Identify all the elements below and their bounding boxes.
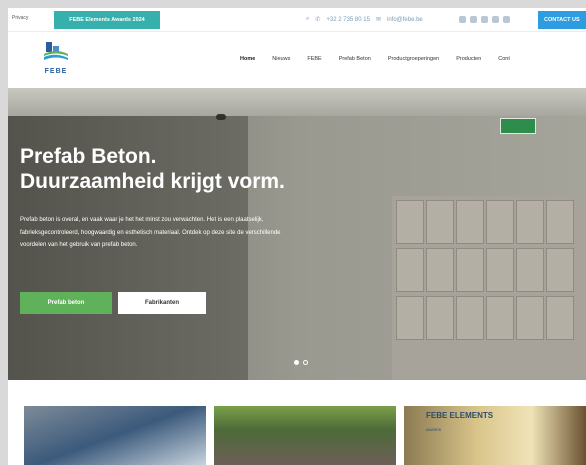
awards-card-subtitle: AWARDS — [426, 428, 442, 432]
nav-prefab-beton[interactable]: Prefab Beton — [339, 56, 371, 62]
awards-card-title: FEBE ELEMENTS — [426, 411, 494, 420]
website-page: Privacy FEBE Elements Awards 2024 ⌕ ✆ +3… — [8, 8, 586, 465]
locker-image — [486, 248, 514, 292]
febe-logo[interactable]: FEBE — [38, 40, 74, 80]
awards-banner-button[interactable]: FEBE Elements Awards 2024 — [54, 11, 160, 29]
locker-image — [486, 200, 514, 244]
logo-mark-icon — [44, 42, 68, 60]
nav-producten[interactable]: Producten — [456, 56, 481, 62]
youtube-icon[interactable] — [503, 16, 510, 23]
slider-dot-2[interactable] — [303, 360, 308, 365]
locker-image — [396, 248, 424, 292]
nav-productgroeperingen[interactable]: Productgroeperingen — [388, 56, 439, 62]
logo-text: FEBE — [44, 68, 68, 75]
prefab-beton-button[interactable]: Prefab beton — [20, 292, 112, 314]
locker-image — [426, 296, 454, 340]
locker-image — [426, 248, 454, 292]
locker-image — [516, 296, 544, 340]
locker-image — [546, 296, 574, 340]
nav-febe[interactable]: FEBE — [307, 56, 321, 62]
locker-image — [486, 296, 514, 340]
locker-image — [456, 200, 484, 244]
main-nav: Home Nieuws FEBE Prefab Beton Productgro… — [240, 56, 527, 62]
exit-sign-image — [500, 118, 536, 134]
site-header: FEBE Home Nieuws FEBE Prefab Beton Produ… — [8, 32, 586, 86]
news-card-awards[interactable]: FEBE ELEMENTS AWARDS — [404, 406, 586, 465]
locker-image — [516, 200, 544, 244]
locker-image — [546, 248, 574, 292]
twitter-icon[interactable] — [470, 16, 477, 23]
contact-info: ⌕ ✆ +32 2 735 80 15 ✉ info@febe.be — [306, 16, 423, 23]
hero-title-line2: Duurzaamheid krijgt vorm. — [20, 170, 285, 193]
locker-image — [456, 248, 484, 292]
hero-slider: Prefab Beton. Duurzaamheid krijgt vorm. … — [8, 88, 586, 380]
instagram-icon[interactable] — [492, 16, 499, 23]
nav-home[interactable]: Home — [240, 56, 255, 62]
locker-image — [396, 200, 424, 244]
nav-contact[interactable]: Cont — [498, 56, 510, 62]
slider-dot-1[interactable] — [294, 360, 299, 365]
phone-icon: ✆ — [315, 17, 321, 23]
locker-image — [516, 248, 544, 292]
mail-icon: ✉ — [375, 17, 381, 23]
locker-image — [546, 200, 574, 244]
linkedin-icon[interactable] — [481, 16, 488, 23]
fabrikanten-button[interactable]: Fabrikanten — [118, 292, 206, 314]
top-bar: Privacy FEBE Elements Awards 2024 ⌕ ✆ +3… — [8, 8, 586, 32]
contact-button[interactable]: CONTACT US — [538, 11, 586, 29]
nav-nieuws[interactable]: Nieuws — [272, 56, 290, 62]
social-links — [459, 16, 510, 23]
privacy-link[interactable]: Privacy — [12, 15, 28, 21]
email-address[interactable]: info@febe.be — [387, 17, 423, 23]
hero-ceiling-image — [8, 88, 586, 116]
phone-number[interactable]: +32 2 735 80 15 — [326, 17, 370, 23]
hero-lead-text: Prefab beton is overal, en vaak waar je … — [20, 217, 281, 248]
news-card-image[interactable] — [24, 406, 206, 465]
locker-image — [396, 296, 424, 340]
search-icon[interactable]: ⌕ — [306, 16, 309, 23]
slider-dots — [294, 360, 308, 365]
hero-title: Prefab Beton. Duurzaamheid krijgt vorm. — [20, 144, 400, 194]
hero-title-line1: Prefab Beton. — [20, 145, 157, 168]
news-cards: FEBE ELEMENTS AWARDS — [24, 406, 586, 465]
news-card-image[interactable] — [214, 406, 396, 465]
locker-image — [456, 296, 484, 340]
frame: Privacy FEBE Elements Awards 2024 ⌕ ✆ +3… — [0, 0, 586, 465]
facebook-icon[interactable] — [459, 16, 466, 23]
locker-image — [426, 200, 454, 244]
